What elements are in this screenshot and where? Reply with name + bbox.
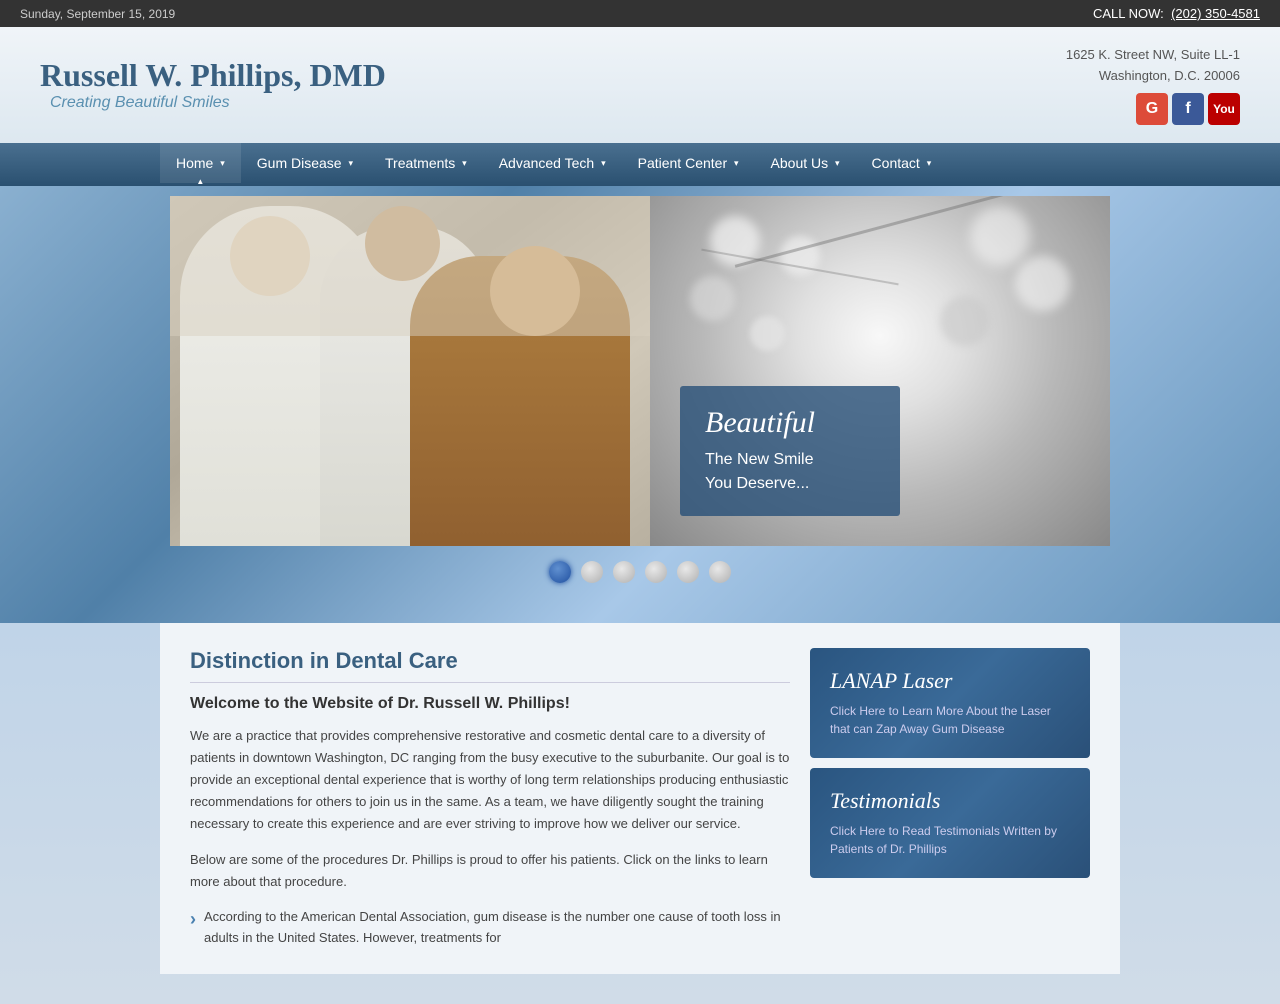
lanap-card[interactable]: LANAP Laser Click Here to Learn More Abo… (810, 648, 1090, 758)
social-icons: G f You (1066, 93, 1240, 125)
slide-dots (160, 546, 1120, 593)
chevron-down-icon: ▾ (835, 158, 840, 168)
nav-item-advanced-tech[interactable]: Advanced Tech ▾ (483, 143, 622, 186)
nav-item-treatments[interactable]: Treatments ▾ (369, 143, 483, 186)
testimonials-card[interactable]: Testimonials Click Here to Read Testimon… (810, 768, 1090, 878)
logo: Russell W. Phillips, DMD Creating Beauti… (40, 57, 386, 112)
content-wrap: Distinction in Dental Care Welcome to th… (0, 623, 1280, 1004)
call-label: CALL NOW: (1093, 6, 1164, 21)
nav-item-contact[interactable]: Contact ▾ (856, 143, 948, 186)
testimonials-card-desc: Click Here to Read Testimonials Written … (830, 822, 1070, 858)
date-display: Sunday, September 15, 2019 (20, 7, 175, 21)
nav-link-about-us[interactable]: About Us ▾ (755, 143, 856, 183)
content-inner: Distinction in Dental Care Welcome to th… (160, 623, 1120, 974)
testimonials-card-title: Testimonials (830, 788, 1070, 814)
list-arrow-icon: › (190, 909, 196, 930)
call-now: CALL NOW: (202) 350-4581 (1093, 6, 1260, 21)
top-bar: Sunday, September 15, 2019 CALL NOW: (20… (0, 0, 1280, 27)
address: 1625 K. Street NW, Suite LL-1 Washington… (1066, 45, 1240, 87)
sidebar: LANAP Laser Click Here to Learn More Abo… (810, 648, 1090, 949)
main-text: Distinction in Dental Care Welcome to th… (190, 648, 790, 949)
nav-link-home[interactable]: Home ▾ (160, 143, 241, 183)
slide-dot-3[interactable] (613, 561, 635, 583)
main-nav: Home ▾ Gum Disease ▾ Treatments ▾ Advanc… (0, 143, 1280, 186)
slide-left (170, 196, 650, 546)
slide-dot-5[interactable] (677, 561, 699, 583)
nav-list: Home ▾ Gum Disease ▾ Treatments ▾ Advanc… (0, 143, 1280, 186)
chevron-down-icon: ▾ (220, 158, 225, 168)
slide-dot-1[interactable] (549, 561, 571, 583)
header-right: 1625 K. Street NW, Suite LL-1 Washington… (1066, 45, 1240, 125)
address-line1: 1625 K. Street NW, Suite LL-1 (1066, 45, 1240, 66)
slide-dot-4[interactable] (645, 561, 667, 583)
list-item-text: According to the American Dental Associa… (204, 907, 790, 949)
chevron-down-icon: ▾ (601, 158, 606, 168)
hero-section: Beautiful The New SmileYou Deserve... (0, 186, 1280, 623)
nav-item-gum-disease[interactable]: Gum Disease ▾ (241, 143, 369, 186)
chevron-down-icon: ▾ (462, 158, 467, 168)
slide-dot-6[interactable] (709, 561, 731, 583)
nav-link-patient-center[interactable]: Patient Center ▾ (622, 143, 755, 183)
header: Russell W. Phillips, DMD Creating Beauti… (0, 27, 1280, 143)
page-heading: Distinction in Dental Care (190, 648, 790, 683)
chevron-down-icon: ▾ (734, 158, 739, 168)
nav-link-contact[interactable]: Contact ▾ (856, 143, 948, 183)
slide-dot-2[interactable] (581, 561, 603, 583)
nav-item-home[interactable]: Home ▾ (160, 143, 241, 186)
overlay-title: Beautiful (705, 406, 875, 440)
lanap-card-title: LANAP Laser (830, 668, 1070, 694)
chevron-down-icon: ▾ (348, 158, 353, 168)
nav-link-gum-disease[interactable]: Gum Disease ▾ (241, 143, 369, 183)
site-title: Russell W. Phillips, DMD (40, 57, 386, 94)
site-tagline: Creating Beautiful Smiles (50, 94, 386, 112)
google-icon[interactable]: G (1136, 93, 1168, 125)
nav-link-treatments[interactable]: Treatments ▾ (369, 143, 483, 183)
facebook-icon[interactable]: f (1172, 93, 1204, 125)
welcome-heading: Welcome to the Website of Dr. Russell W.… (190, 695, 790, 713)
nav-item-about-us[interactable]: About Us ▾ (755, 143, 856, 186)
slide-right: Beautiful The New SmileYou Deserve... (650, 196, 1110, 546)
list-item-wrap: › According to the American Dental Assoc… (190, 907, 790, 949)
phone-link[interactable]: (202) 350-4581 (1171, 6, 1260, 21)
address-line2: Washington, D.C. 20006 (1066, 66, 1240, 87)
paragraph-2: Below are some of the procedures Dr. Phi… (190, 849, 790, 893)
slideshow: Beautiful The New SmileYou Deserve... (170, 196, 1110, 546)
lanap-card-desc: Click Here to Learn More About the Laser… (830, 702, 1070, 738)
hero-overlay: Beautiful The New SmileYou Deserve... (680, 386, 900, 516)
nav-link-advanced-tech[interactable]: Advanced Tech ▾ (483, 143, 622, 183)
nav-item-patient-center[interactable]: Patient Center ▾ (622, 143, 755, 186)
youtube-icon[interactable]: You (1208, 93, 1240, 125)
paragraph-1: We are a practice that provides comprehe… (190, 725, 790, 835)
overlay-subtitle: The New SmileYou Deserve... (705, 448, 875, 496)
chevron-down-icon: ▾ (927, 158, 932, 168)
hero-photo (170, 196, 650, 546)
